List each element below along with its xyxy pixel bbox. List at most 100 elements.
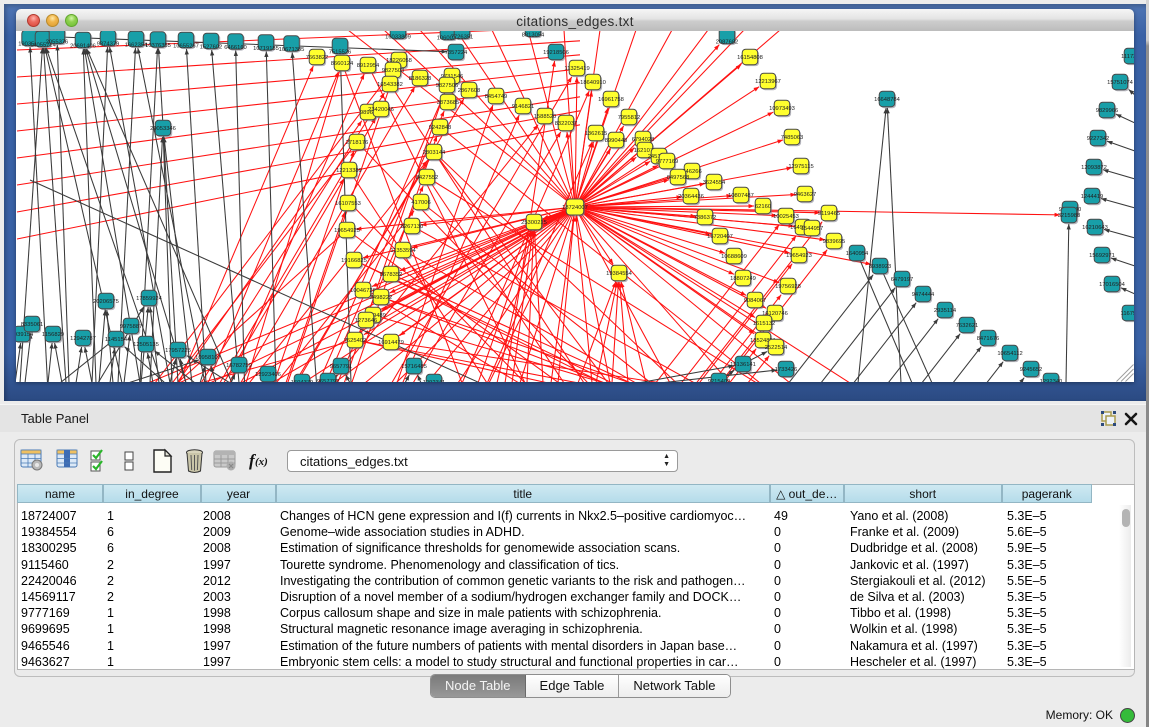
svg-text:10671385: 10671385 [279,47,305,53]
svg-text:9146821: 9146821 [512,104,535,110]
svg-text:1544957: 1544957 [801,226,824,232]
svg-text:2803144: 2803144 [423,150,446,156]
svg-text:10807487: 10807487 [728,193,754,199]
svg-text:17957225: 17957225 [165,348,191,354]
svg-text:1362615: 1362615 [585,131,608,137]
svg-text:18807249: 18807249 [730,276,756,282]
svg-text:11325419: 11325419 [564,66,589,72]
svg-text:9215409: 9215409 [708,379,731,382]
svg-text:19654925: 19654925 [334,228,360,234]
svg-text:2055376: 2055376 [46,40,69,46]
svg-text:16210643: 16210643 [1082,225,1108,231]
svg-text:7515526: 7515526 [329,50,352,56]
svg-text:9084067: 9084067 [744,298,767,304]
svg-text:2087682: 2087682 [716,40,739,46]
svg-text:10973493: 10973493 [769,106,795,112]
svg-text:9374379: 9374379 [97,42,120,48]
svg-text:12213389: 12213389 [336,168,362,174]
svg-text:3873685: 3873685 [437,100,460,106]
svg-text:9777169: 9777169 [656,159,679,165]
svg-text:20206575: 20206575 [93,299,119,305]
svg-text:7625402: 7625402 [344,338,367,344]
svg-text:19756928: 19756928 [775,284,801,290]
svg-text:10655267: 10655267 [173,44,199,50]
svg-text:7632621: 7632621 [956,323,979,329]
svg-text:9827506: 9827506 [436,83,459,89]
svg-text:9839695: 9839695 [823,239,846,245]
svg-text:9975887: 9975887 [120,324,143,330]
svg-text:16961758: 16961758 [598,97,624,103]
svg-text:9242848: 9242848 [429,125,452,131]
svg-text:2718176: 2718176 [346,140,369,146]
svg-text:1145154: 1145154 [105,337,128,343]
svg-text:10025453: 10025453 [773,214,799,220]
svg-text:10958107: 10958107 [195,355,221,361]
svg-text:2867608: 2867608 [458,88,481,94]
svg-text:17016504: 17016504 [1099,282,1126,288]
svg-text:23420046: 23420046 [368,107,394,113]
svg-text:20691406: 20691406 [70,44,96,50]
svg-text:417006: 417006 [411,200,430,206]
svg-text:6497568: 6497568 [667,175,690,181]
svg-text:12942787: 12942787 [70,336,96,342]
svg-text:9245652: 9245652 [1020,367,1043,373]
svg-text:15692971: 15692971 [1089,253,1115,259]
svg-text:9227342: 9227342 [1087,136,1110,142]
svg-text:8813054: 8813054 [522,33,545,39]
svg-text:19166825: 19166825 [341,258,367,264]
svg-text:1273646: 1273646 [355,318,378,324]
svg-text:9657792: 9657792 [317,379,340,382]
svg-text:19654923: 19654923 [786,253,812,259]
svg-text:15136141: 15136141 [730,362,756,368]
svg-text:9827503: 9827503 [382,68,405,74]
svg-text:8335061: 8335061 [21,322,44,328]
svg-text:8267130: 8267130 [401,224,424,230]
svg-text:8660124: 8660124 [331,61,354,67]
svg-text:15720407: 15720407 [707,234,733,240]
svg-text:7726351: 7726351 [451,35,474,41]
svg-text:19218506: 19218506 [543,50,569,56]
svg-text:12923406: 12923406 [255,372,281,378]
svg-text:9119465: 9119465 [818,211,840,217]
svg-text:3498222: 3498222 [370,295,393,301]
svg-text:(x): (x) [255,456,268,468]
svg-text:1615132: 1615132 [753,321,776,327]
svg-text:8990448: 8990448 [605,138,628,144]
svg-text:12975115: 12975115 [788,164,813,170]
svg-text:10376355: 10376355 [145,43,171,49]
svg-text:2522514: 2522514 [765,345,788,351]
svg-text:10688609: 10688609 [721,254,747,260]
svg-text:3215988: 3215988 [1058,213,1081,219]
svg-text:16033809: 16033809 [385,35,411,41]
svg-text:16107553: 16107553 [335,201,361,207]
svg-text:18724007: 18724007 [562,205,588,211]
svg-text:1588520: 1588520 [534,114,557,120]
svg-text:8186328: 8186328 [409,76,432,82]
svg-text:116753: 116753 [1121,311,1134,317]
svg-text:8678352: 8678352 [380,272,403,278]
svg-text:7955812: 7955812 [618,115,641,121]
svg-text:12505135: 12505135 [133,342,159,348]
svg-text:20364436: 20364436 [678,194,704,200]
svg-text:1244419: 1244419 [1081,194,1104,200]
svg-text:1640954: 1640954 [846,251,869,257]
svg-text:1156829: 1156829 [42,332,64,338]
svg-text:16782759: 16782759 [226,363,252,369]
svg-text:10654112: 10654112 [997,351,1022,357]
svg-text:1733426: 1733426 [775,367,798,373]
svg-text:3624554: 3624554 [703,180,726,186]
svg-text:16543382: 16543382 [377,82,403,88]
svg-text:9463627: 9463627 [794,192,817,198]
svg-text:1292341: 1292341 [423,380,446,382]
svg-text:6466160: 6466160 [224,45,247,51]
svg-text:62160: 62160 [755,204,771,210]
svg-text:7386372: 7386372 [694,215,717,221]
svg-text:10046726: 10046726 [350,288,376,294]
svg-text:10719185: 10719185 [253,46,279,52]
svg-text:8912954: 8912954 [357,63,380,69]
svg-text:8454749: 8454749 [485,94,508,100]
svg-text:7357224: 7357224 [445,50,468,56]
svg-text:9657791: 9657791 [330,364,353,370]
svg-text:1527602: 1527602 [200,45,223,51]
svg-text:1292340: 1292340 [1040,379,1063,382]
